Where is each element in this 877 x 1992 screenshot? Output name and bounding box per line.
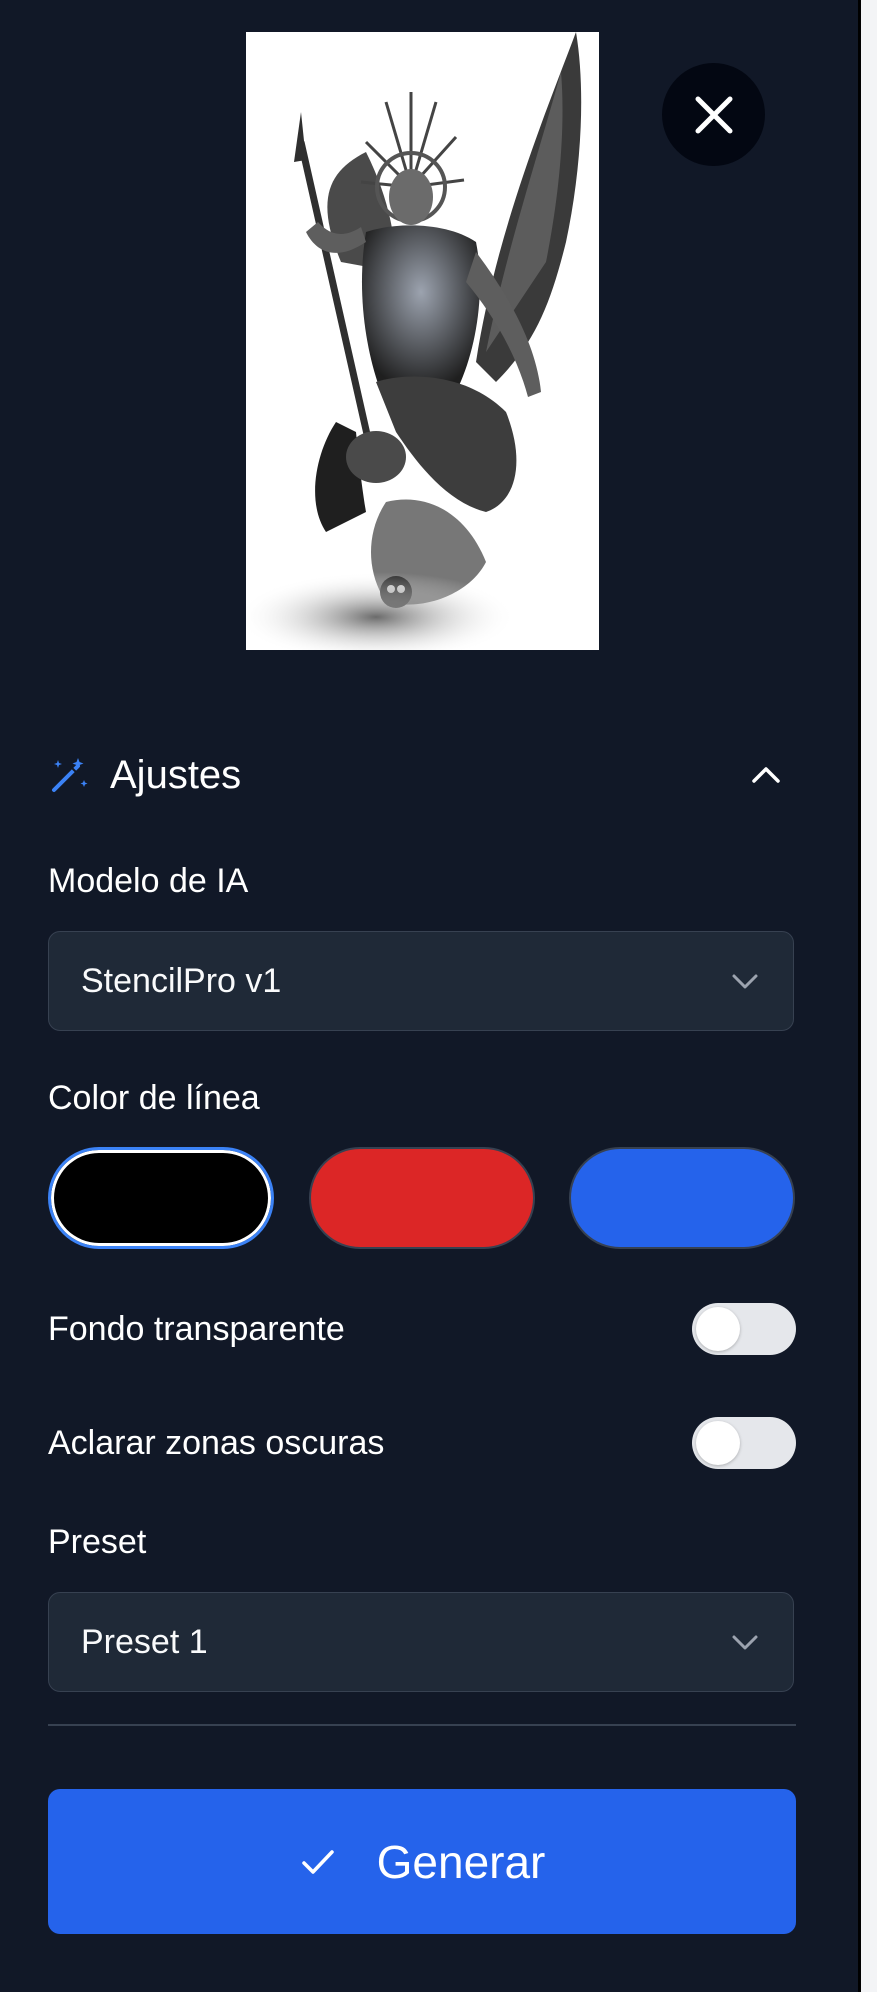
close-icon [695, 96, 732, 133]
page-edge [858, 0, 877, 1992]
chevron-down-icon [732, 974, 758, 989]
transparent-bg-label: Fondo transparente [48, 1309, 345, 1348]
settings-title: Ajustes [110, 752, 242, 797]
lighten-dark-label: Aclarar zonas oscuras [48, 1423, 385, 1462]
toggle-knob [696, 1307, 740, 1351]
model-select-value: StencilPro v1 [81, 961, 282, 1000]
model-label: Modelo de IA [48, 862, 249, 900]
line-color-label: Color de línea [48, 1079, 260, 1117]
generate-button[interactable]: Generar [48, 1789, 796, 1934]
model-select[interactable]: StencilPro v1 [48, 931, 794, 1031]
lighten-dark-row: Aclarar zonas oscuras [48, 1415, 796, 1471]
preset-label: Preset [48, 1523, 147, 1561]
color-swatch-red[interactable] [309, 1147, 535, 1249]
check-icon [301, 1849, 334, 1874]
settings-header[interactable]: Ajustes [48, 740, 796, 810]
toggle-knob [696, 1421, 740, 1465]
chevron-down-icon [732, 1635, 758, 1650]
divider [48, 1724, 796, 1726]
color-swatch-black[interactable] [48, 1147, 274, 1249]
preset-select-value: Preset 1 [81, 1622, 208, 1661]
preset-select[interactable]: Preset 1 [48, 1592, 794, 1692]
chevron-up-icon[interactable] [748, 757, 784, 793]
transparent-bg-toggle[interactable] [692, 1303, 796, 1355]
settings-panel: Ajustes Modelo de IA StencilPro v1 Color… [0, 0, 858, 1992]
lighten-dark-toggle[interactable] [692, 1417, 796, 1469]
transparent-bg-row: Fondo transparente [48, 1301, 796, 1357]
color-swatch-blue[interactable] [569, 1147, 795, 1249]
magic-wand-icon [52, 758, 88, 792]
close-button[interactable] [662, 63, 765, 166]
tattoo-preview-image [246, 32, 599, 650]
generate-button-label: Generar [376, 1835, 546, 1888]
